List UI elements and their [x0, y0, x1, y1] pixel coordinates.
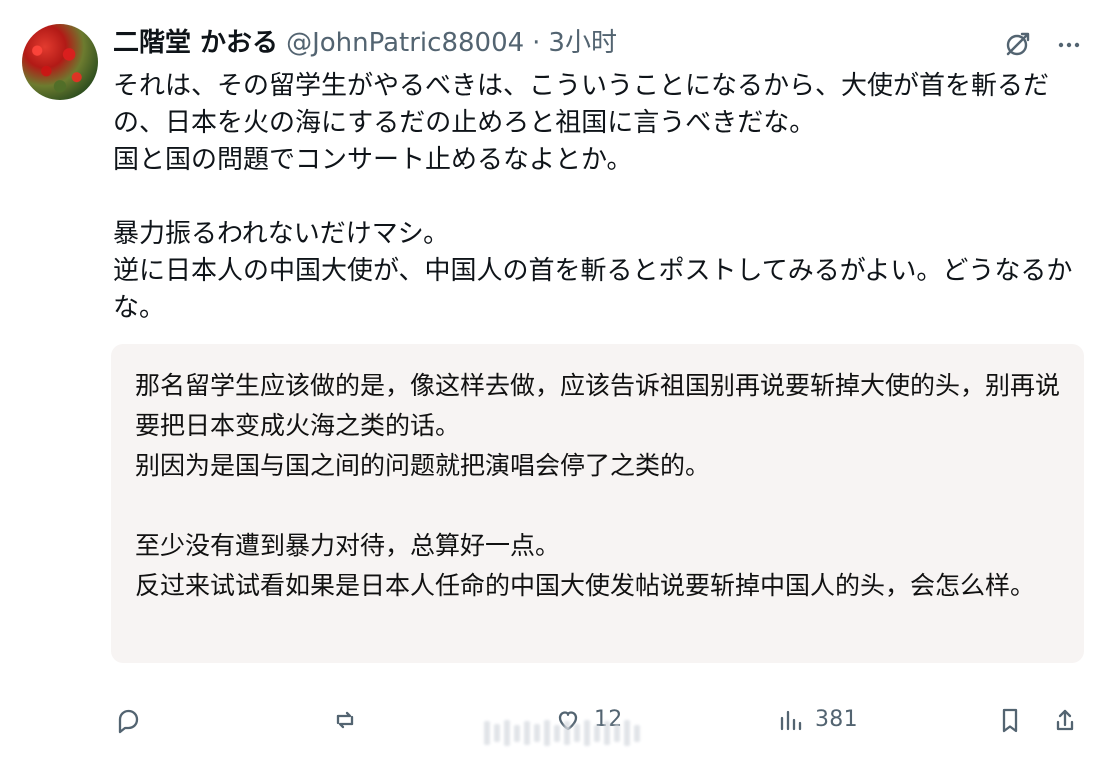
- views-button[interactable]: 381: [773, 700, 858, 740]
- views-count: 381: [815, 707, 858, 732]
- post-text: それは、その留学生がやるべきは、こういうことになるから、大使が首を斬るだの、日本…: [113, 68, 1088, 327]
- share-icon: [1049, 704, 1081, 736]
- share-button[interactable]: [1049, 700, 1081, 740]
- more-options-icon: [1053, 29, 1085, 61]
- reply-button[interactable]: [112, 700, 144, 740]
- author-display-name[interactable]: 二階堂 かおる: [113, 28, 278, 58]
- translation-text: 那名留学生应该做的是，像这样去做，应该告诉祖国别再说要斩掉大使的头，别再说要把日…: [135, 366, 1065, 606]
- translation-line-1: 那名留学生应该做的是，像这样去做，应该告诉祖国别再说要斩掉大使的头，别再说要把日…: [135, 371, 1061, 440]
- post-text-line-4: 逆に日本人の中国大使が、中国人の首を斬るとポストしてみるがよい。どうなるかな。: [113, 256, 1073, 323]
- grok-button[interactable]: [1000, 28, 1034, 62]
- translation-paragraph-gap: [135, 486, 1065, 526]
- reply-icon: [112, 704, 144, 736]
- translation-line-4: 反过来试试看如果是日本人任命的中国大使发帖说要斩掉中国人的头，会怎么样。: [135, 571, 1036, 600]
- header-separator-dot: ·: [532, 28, 541, 58]
- more-options-button[interactable]: [1052, 28, 1086, 62]
- like-icon: [552, 704, 584, 736]
- bookmark-icon: [994, 704, 1026, 736]
- views-icon: [773, 704, 805, 736]
- translation-line-3: 至少没有遭到暴力对待，总算好一点。: [135, 531, 561, 560]
- author-handle[interactable]: @JohnPatric88004: [286, 28, 524, 58]
- post-text-line-1: それは、その留学生がやるべきは、こういうことになるから、大使が首を斬るだの、日本…: [113, 71, 1050, 138]
- avatar[interactable]: [22, 24, 98, 100]
- repost-icon: [329, 704, 361, 736]
- bookmark-button[interactable]: [994, 700, 1026, 740]
- post-header: 二階堂 かおる @JohnPatric88004 · 3小时: [113, 26, 617, 60]
- translation-box: 那名留学生应该做的是，像这样去做，应该告诉祖国别再说要斩掉大使的头，别再说要把日…: [111, 344, 1084, 663]
- repost-button[interactable]: [329, 700, 361, 740]
- translation-line-2: 别因为是国与国之间的问题就把演唱会停了之类的。: [135, 451, 711, 480]
- post-actions: 12 381: [0, 700, 1101, 740]
- grok-icon: [1001, 29, 1033, 61]
- like-count: 12: [594, 707, 623, 732]
- post-text-line-2: 国と国の問題でコンサート止めるなよとか。: [113, 145, 633, 175]
- post-text-line-3: 暴力振るわれないだけマシ。: [113, 219, 450, 249]
- post-time[interactable]: 3小时: [548, 28, 617, 58]
- like-button[interactable]: 12: [552, 700, 623, 740]
